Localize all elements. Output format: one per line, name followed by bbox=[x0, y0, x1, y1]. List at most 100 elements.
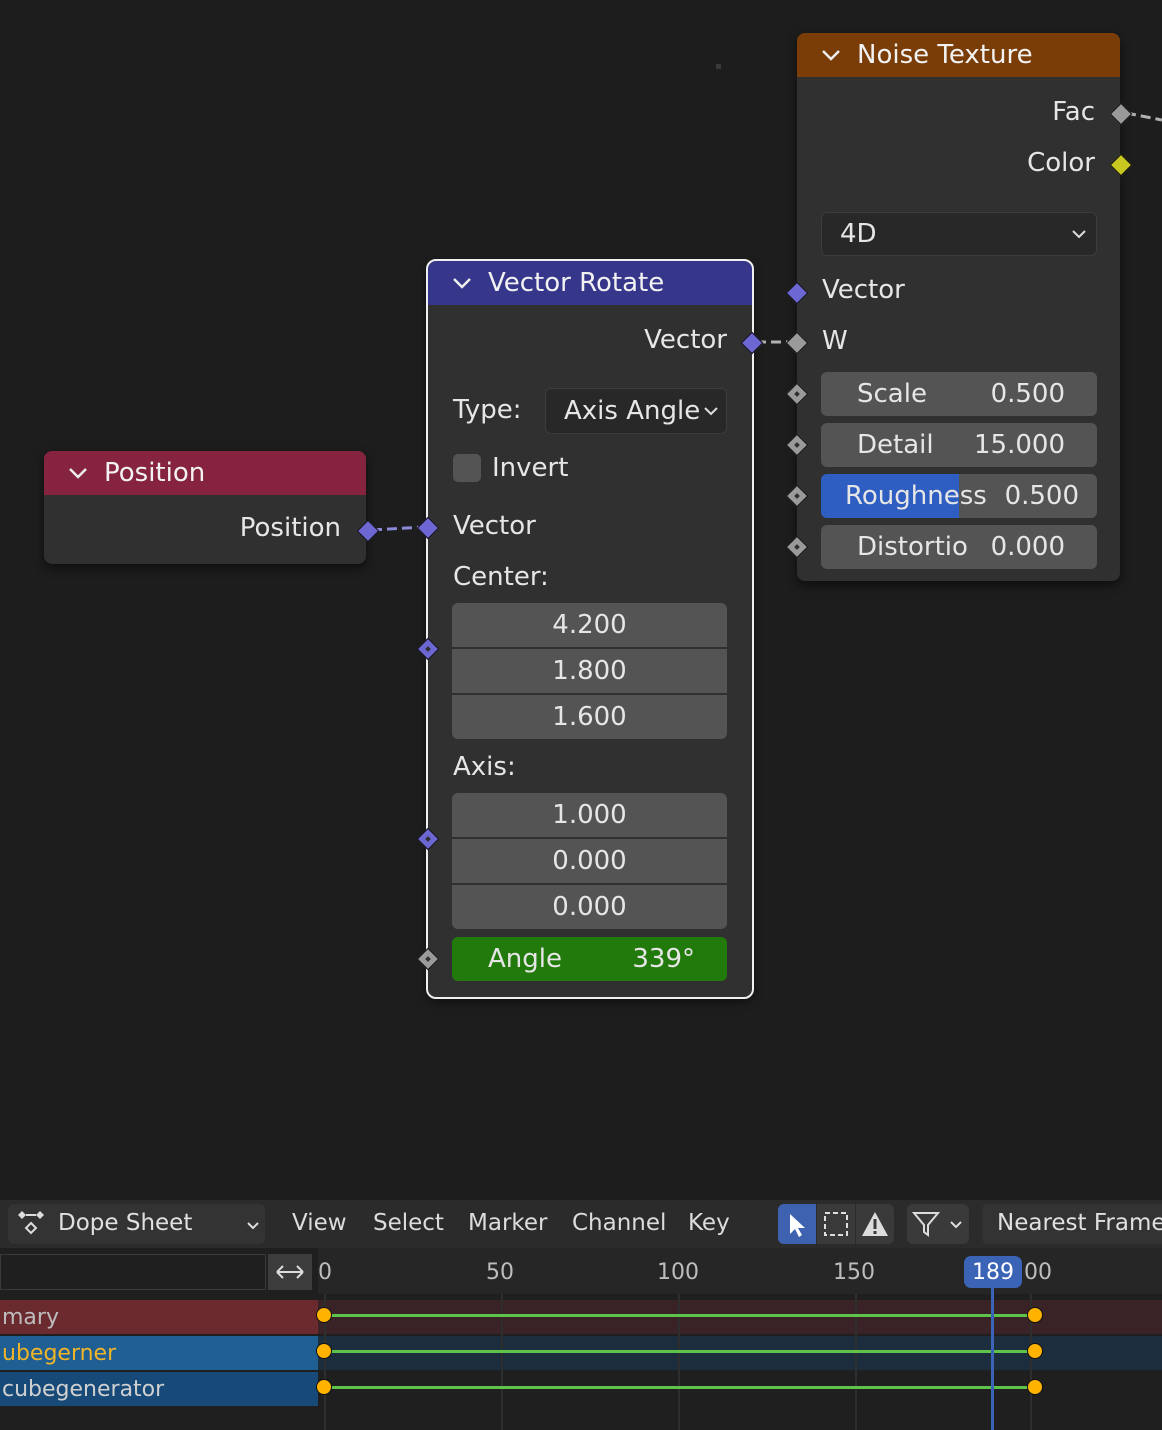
noise-texture-node[interactable]: Noise Texture Fac Color 4D Vector W Scal… bbox=[797, 33, 1120, 581]
dope-sheet-editor[interactable]: Dope Sheet View Select Marker Channel Ke… bbox=[0, 1200, 1162, 1430]
warning-icon bbox=[862, 1212, 888, 1236]
snap-label: Nearest Frame bbox=[997, 1210, 1162, 1236]
vector-rotate-title: Vector Rotate bbox=[488, 268, 665, 298]
roughness-value: 0.500 bbox=[1004, 481, 1079, 511]
ruler-tick-partial: 00 bbox=[1024, 1260, 1052, 1285]
chevron-down-icon bbox=[950, 1221, 962, 1229]
distortion-field[interactable]: Distortio 0.000 bbox=[821, 525, 1097, 569]
center-x-field[interactable]: 4.200 bbox=[452, 603, 727, 649]
menu-channel[interactable]: Channel bbox=[572, 1210, 666, 1236]
collapse-chevron-icon[interactable] bbox=[66, 461, 90, 485]
center-y-field[interactable]: 1.800 bbox=[452, 649, 727, 695]
axis-y-field[interactable]: 0.000 bbox=[452, 839, 727, 885]
channel-row-object[interactable]: ubegerner bbox=[0, 1336, 318, 1370]
roughness-label: Roughness bbox=[845, 481, 987, 511]
noise-texture-header[interactable]: Noise Texture bbox=[797, 33, 1120, 77]
type-dropdown[interactable]: Axis Angle bbox=[545, 388, 727, 434]
horizontal-arrows-icon bbox=[276, 1265, 304, 1279]
keyframe[interactable] bbox=[1027, 1379, 1043, 1395]
scale-label: Scale bbox=[857, 379, 927, 409]
editor-type-label: Dope Sheet bbox=[58, 1210, 193, 1236]
position-header[interactable]: Position bbox=[44, 451, 366, 495]
dope-sheet-icon bbox=[18, 1211, 44, 1235]
vector-input-label: Vector bbox=[822, 275, 905, 305]
keyframe[interactable] bbox=[1027, 1343, 1043, 1359]
roughness-field[interactable]: Roughness 0.500 bbox=[821, 474, 1097, 518]
expand-region-button[interactable] bbox=[268, 1254, 312, 1290]
center-label: Center: bbox=[453, 562, 549, 592]
axis-z-field[interactable]: 0.000 bbox=[452, 885, 727, 929]
menu-select[interactable]: Select bbox=[373, 1210, 444, 1236]
detail-field[interactable]: Detail 15.000 bbox=[821, 423, 1097, 467]
snap-dropdown[interactable]: Nearest Frame bbox=[982, 1204, 1162, 1244]
collapse-chevron-icon[interactable] bbox=[819, 43, 843, 67]
keyframe-hold bbox=[324, 1350, 1034, 1353]
dimension-value: 4D bbox=[840, 219, 877, 249]
color-output-label: Color bbox=[1027, 148, 1095, 178]
timeline-area[interactable]: 0 50 100 150 00 mary ubegerner cubegener… bbox=[0, 1248, 1162, 1430]
channel-name: mary bbox=[2, 1304, 59, 1330]
editor-type-dropdown[interactable]: Dope Sheet bbox=[8, 1204, 265, 1244]
vector-output-label: Vector bbox=[644, 325, 727, 355]
channel-row-summary[interactable]: mary bbox=[0, 1300, 318, 1334]
box-select-button[interactable] bbox=[817, 1204, 855, 1244]
vector-input-label: Vector bbox=[453, 511, 536, 541]
center-z-field[interactable]: 1.600 bbox=[452, 695, 727, 739]
distortion-label: Distortio bbox=[857, 532, 968, 562]
channel-name: ubegerner bbox=[2, 1340, 117, 1366]
current-frame-value: 189 bbox=[972, 1259, 1014, 1285]
channel-search-box[interactable] bbox=[0, 1254, 266, 1290]
chevron-down-icon bbox=[704, 407, 718, 416]
keyframe[interactable] bbox=[316, 1379, 332, 1395]
chevron-down-icon bbox=[247, 1222, 259, 1230]
menu-marker[interactable]: Marker bbox=[468, 1210, 548, 1236]
channel-row-modifier[interactable]: cubegenerator bbox=[0, 1372, 318, 1406]
dimension-dropdown[interactable]: 4D bbox=[821, 212, 1097, 256]
playhead-line[interactable] bbox=[991, 1288, 994, 1430]
keyframe-hold bbox=[324, 1314, 1034, 1317]
dope-sheet-header: Dope Sheet View Select Marker Channel Ke… bbox=[0, 1200, 1162, 1248]
ruler-tick-0: 0 bbox=[318, 1260, 332, 1285]
collapse-chevron-icon[interactable] bbox=[450, 271, 474, 295]
axis-vector-fields: 1.000 0.000 0.000 bbox=[452, 793, 727, 929]
frame-ruler[interactable]: 0 50 100 150 00 bbox=[318, 1248, 1162, 1294]
box-select-icon bbox=[824, 1212, 848, 1236]
keyframe-hold bbox=[324, 1386, 1034, 1389]
current-frame-indicator[interactable]: 189 bbox=[964, 1256, 1022, 1288]
angle-label: Angle bbox=[488, 944, 562, 974]
ruler-tick-100: 100 bbox=[657, 1260, 699, 1285]
select-tool-button[interactable] bbox=[778, 1204, 816, 1244]
filter-icon bbox=[911, 1212, 941, 1237]
scale-field[interactable]: Scale 0.500 bbox=[821, 372, 1097, 416]
axis-label: Axis: bbox=[453, 752, 516, 782]
vector-rotate-header[interactable]: Vector Rotate bbox=[428, 261, 752, 305]
w-input-label: W bbox=[822, 326, 848, 356]
type-label: Type: bbox=[453, 395, 522, 425]
axis-x-field[interactable]: 1.000 bbox=[452, 793, 727, 839]
position-output-label: Position bbox=[239, 513, 341, 543]
menu-view[interactable]: View bbox=[292, 1210, 347, 1236]
cursor-arrow-icon bbox=[790, 1214, 805, 1237]
angle-field[interactable]: Angle 339° bbox=[452, 937, 727, 981]
detail-label: Detail bbox=[857, 430, 934, 460]
type-value: Axis Angle bbox=[564, 396, 701, 426]
scale-value: 0.500 bbox=[990, 379, 1065, 409]
ruler-tick-150: 150 bbox=[833, 1260, 875, 1285]
keyframe[interactable] bbox=[316, 1307, 332, 1323]
invert-label: Invert bbox=[492, 453, 569, 483]
ruler-tick-50: 50 bbox=[486, 1260, 514, 1285]
node-editor[interactable]: Noise Texture Fac Color 4D Vector W Scal… bbox=[0, 0, 1162, 1200]
distortion-value: 0.000 bbox=[990, 532, 1065, 562]
menu-key[interactable]: Key bbox=[688, 1210, 730, 1236]
noise-texture-title: Noise Texture bbox=[857, 40, 1033, 70]
position-node[interactable]: Position Position bbox=[44, 451, 366, 564]
keyframe[interactable] bbox=[1027, 1307, 1043, 1323]
fac-output-label: Fac bbox=[1052, 97, 1095, 127]
keyframe[interactable] bbox=[316, 1343, 332, 1359]
detail-value: 15.000 bbox=[974, 430, 1065, 460]
warning-button[interactable] bbox=[856, 1204, 894, 1244]
vector-rotate-node[interactable]: Vector Rotate Vector Type: Axis Angle In… bbox=[426, 259, 754, 999]
filter-button[interactable] bbox=[907, 1204, 969, 1244]
invert-checkbox[interactable] bbox=[453, 454, 481, 482]
position-title: Position bbox=[104, 458, 206, 488]
